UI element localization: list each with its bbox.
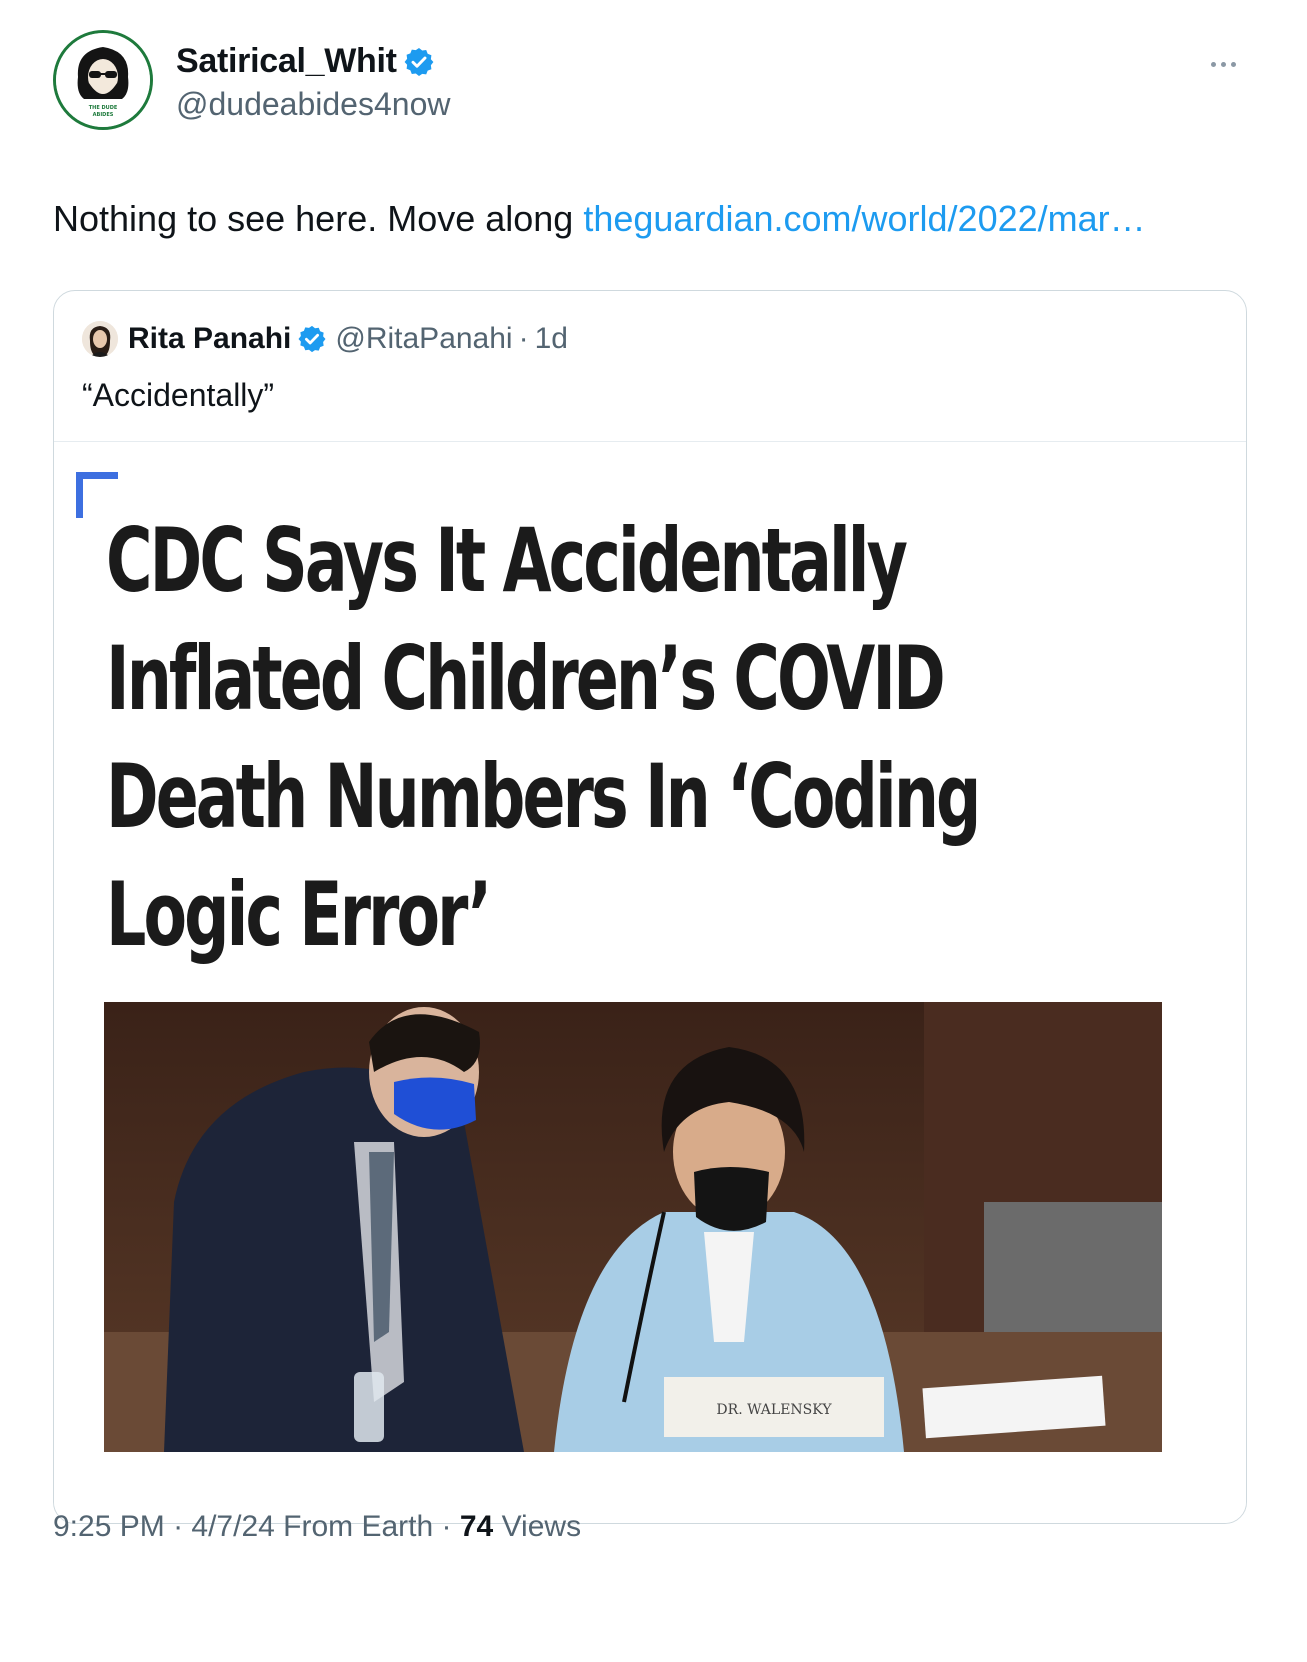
- quoted-tweet-header: Rita Panahi @RitaPanahi · 1d: [82, 321, 568, 357]
- quoted-tweet-time[interactable]: 1d: [535, 322, 568, 356]
- author-name[interactable]: Satirical_Whit: [176, 42, 397, 81]
- headline-line: Logic Error’: [106, 863, 492, 966]
- quoted-author-name[interactable]: Rita Panahi: [128, 322, 291, 356]
- tweet-body: Nothing to see here. Move along: [53, 198, 584, 239]
- more-options-button[interactable]: [1199, 52, 1247, 76]
- svg-text:ABIDES: ABIDES: [93, 112, 114, 118]
- tweet-date[interactable]: 4/7/24: [191, 1510, 274, 1543]
- views-count: 74: [459, 1510, 494, 1543]
- tweet-link[interactable]: theguardian.com/world/2022/mar…: [583, 198, 1145, 239]
- verified-badge-icon: [404, 47, 434, 76]
- headline-line: Death Numbers In ‘Coding: [106, 745, 981, 848]
- views-label: Views: [493, 1510, 582, 1543]
- meta-separator: ·: [164, 1510, 192, 1543]
- headline-line: CDC Says It Accidentally: [106, 509, 908, 612]
- dude-abides-avatar-icon: THE DUDE ABIDES: [56, 33, 150, 127]
- tweet-time[interactable]: 9:25 PM: [53, 1510, 165, 1543]
- verified-badge-icon: [298, 325, 326, 353]
- author-handle[interactable]: @dudeabides4now: [176, 86, 450, 123]
- hearing-photo: DR. WALENSKY: [104, 1002, 1162, 1452]
- meta-separator: ·: [433, 1510, 460, 1543]
- headline-line: Inflated Children’s COVID: [106, 627, 946, 730]
- quoted-tweet-image[interactable]: CDC Says It Accidentally Inflated Childr…: [54, 442, 1246, 1523]
- quoted-author-avatar[interactable]: [82, 321, 118, 357]
- tweet-source: From Earth: [274, 1510, 434, 1543]
- person-avatar-icon: [82, 321, 118, 357]
- hearing-photo-illustration: DR. WALENSKY: [104, 1002, 1162, 1452]
- more-dots-icon: [1230, 61, 1236, 67]
- more-dots-icon: [1210, 61, 1216, 67]
- separator-dot: ·: [518, 322, 529, 355]
- article-headline: CDC Says It Accidentally Inflated Childr…: [106, 502, 1172, 974]
- quoted-author-handle[interactable]: @RitaPanahi: [335, 322, 512, 356]
- quoted-tweet-text: “Accidentally”: [82, 377, 275, 413]
- author-avatar[interactable]: THE DUDE ABIDES: [53, 30, 153, 130]
- author-name-row[interactable]: Satirical_Whit: [176, 42, 435, 81]
- tweet-text: Nothing to see here. Move along theguard…: [53, 198, 1146, 240]
- svg-text:THE DUDE: THE DUDE: [89, 105, 118, 111]
- quoted-tweet-card[interactable]: Rita Panahi @RitaPanahi · 1d “Accidental…: [53, 290, 1247, 1524]
- more-dots-icon: [1220, 61, 1226, 67]
- nameplate-text: DR. WALENSKY: [716, 1402, 832, 1418]
- tweet-meta: 9:25 PM · 4/7/24 From Earth · 74 Views: [53, 1510, 581, 1544]
